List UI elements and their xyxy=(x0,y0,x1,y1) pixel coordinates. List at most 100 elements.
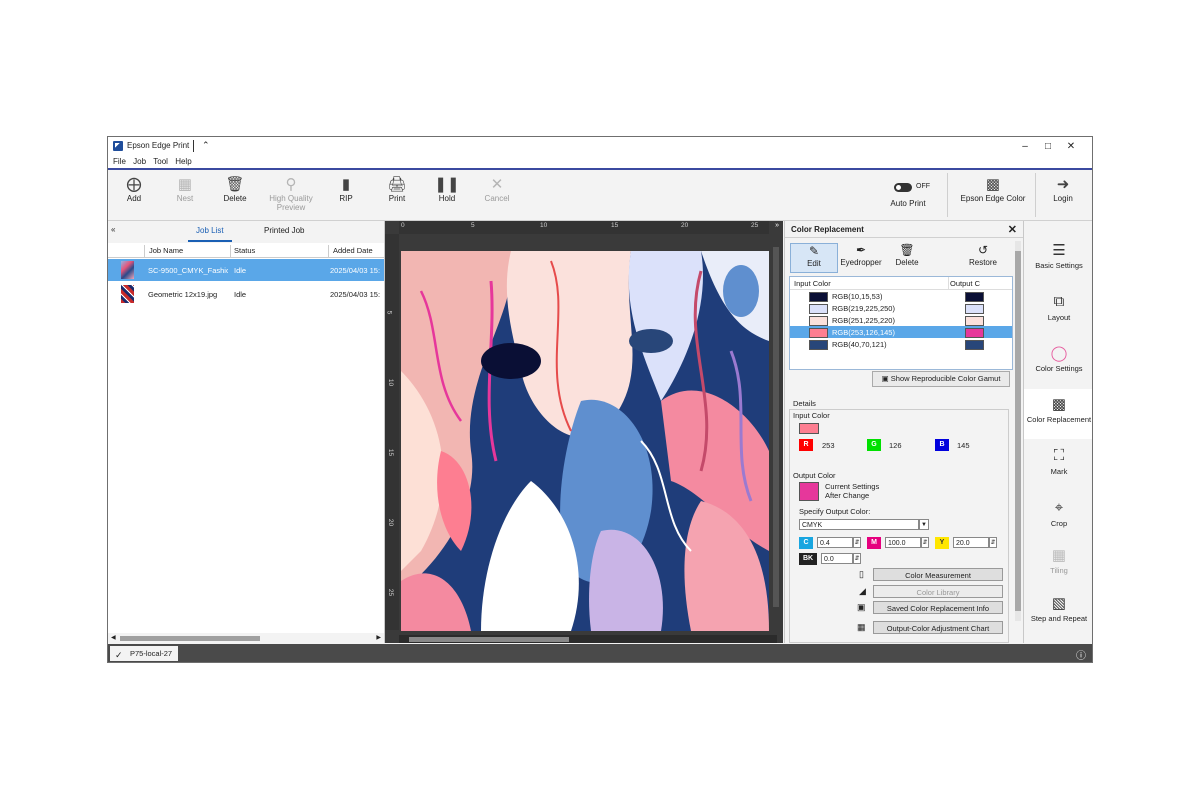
canvas-vertical-scrollbar[interactable] xyxy=(773,247,779,607)
y-stepper[interactable]: ⇵ xyxy=(989,537,997,548)
nest-button[interactable]: ▦ Nest xyxy=(157,176,213,203)
ruler-tick: 10 xyxy=(387,378,395,387)
canvas-scroll-thumb[interactable] xyxy=(409,637,569,642)
panel-scroll-thumb[interactable] xyxy=(1015,251,1021,611)
login-button[interactable]: ➜ Login xyxy=(1035,176,1091,203)
m-input[interactable]: 100.0 xyxy=(885,537,921,548)
collapse-right-icon[interactable]: » xyxy=(775,222,779,229)
print-label: Print xyxy=(388,194,406,203)
g-value: 126 xyxy=(889,441,902,450)
menu-file[interactable]: File xyxy=(113,156,126,168)
color-wheel-icon: ◯ xyxy=(1050,345,1068,362)
cancel-button[interactable]: ✕ Cancel xyxy=(469,176,525,203)
job-date: 2025/04/03 15: xyxy=(330,290,381,299)
delete-color-label: Delete xyxy=(895,258,919,267)
job-list-scrollbar[interactable]: ◀ ▶ xyxy=(108,633,384,643)
col-added-date[interactable]: Added Date xyxy=(333,246,373,255)
job-thumbnail xyxy=(121,261,134,279)
input-swatch xyxy=(809,340,828,350)
canvas-horizontal-scrollbar[interactable] xyxy=(399,635,777,643)
c-input[interactable]: 0.4 xyxy=(817,537,853,548)
tab-printed-job[interactable]: Printed Job xyxy=(264,226,304,235)
collapse-left-icon[interactable]: « xyxy=(111,225,115,234)
y-input[interactable]: 20.0 xyxy=(953,537,989,548)
sidebar-item-basic-settings[interactable]: ☰ Basic Settings xyxy=(1024,241,1092,270)
color-label: RGB(251,225,220) xyxy=(832,316,895,325)
tab-job-list[interactable]: Job List xyxy=(188,226,232,242)
scroll-left-icon[interactable]: ◀ xyxy=(111,634,116,641)
horizontal-ruler: 0 5 10 15 20 25 xyxy=(399,221,769,234)
color-row[interactable]: RGB(219,225,250) xyxy=(790,302,1012,314)
sidebar-label: Crop xyxy=(1050,519,1068,528)
info-icon[interactable]: ⓘ xyxy=(1076,647,1086,662)
collapse-ribbon-icon[interactable]: ⌃ xyxy=(202,140,210,151)
close-panel-icon[interactable]: ✕ xyxy=(1008,223,1017,236)
maximize-icon[interactable]: □ xyxy=(1036,139,1060,154)
preview-canvas[interactable]: 0 5 10 15 20 25 » 5 10 15 20 25 xyxy=(385,221,783,643)
menu-bar: File Job Tool Help xyxy=(108,156,1092,170)
sidebar-item-color-settings[interactable]: ◯ Color Settings xyxy=(1024,344,1092,373)
saved-color-replacement-button[interactable]: Saved Color Replacement Info xyxy=(873,601,1003,614)
delete-button[interactable]: 🗑 Delete xyxy=(207,176,263,203)
restore-button[interactable]: ↺ Restore xyxy=(960,243,1006,271)
printer-status[interactable]: ✓ P75-local-27 xyxy=(110,646,179,661)
minimize-icon[interactable]: – xyxy=(1013,139,1037,154)
high-quality-preview-button[interactable]: ⚲ High Quality Preview xyxy=(263,176,319,212)
output-color-chart-button[interactable]: Output-Color Adjustment Chart xyxy=(873,621,1003,634)
sidebar-item-tiling[interactable]: ▦ Tiling xyxy=(1024,546,1092,575)
close-window-icon[interactable]: ✕ xyxy=(1059,139,1083,154)
add-button[interactable]: ⨁ Add xyxy=(108,176,162,203)
color-label: RGB(40,70,121) xyxy=(832,340,887,349)
color-row[interactable]: RGB(40,70,121) xyxy=(790,338,1012,350)
color-library-button[interactable]: Color Library xyxy=(873,585,1003,598)
menu-tool[interactable]: Tool xyxy=(153,156,168,168)
check-circle-icon: ✓ xyxy=(115,650,123,660)
output-swatch xyxy=(965,316,984,326)
color-row-selected[interactable]: RGB(253,126,145) xyxy=(790,326,1012,338)
c-stepper[interactable]: ⇵ xyxy=(853,537,861,548)
scrollbar-thumb[interactable] xyxy=(120,636,260,641)
panel-scrollbar[interactable] xyxy=(1015,241,1021,621)
chevron-down-icon[interactable]: ▼ xyxy=(919,519,929,530)
hold-button[interactable]: ❚❚ Hold xyxy=(419,176,475,203)
app-window: Epson Edge Print ⌃ – □ ✕ File Job Tool H… xyxy=(107,136,1093,663)
table-row[interactable]: SC-9500_CMYK_Fashion Idle 2025/04/03 15: xyxy=(108,259,384,281)
menu-help[interactable]: Help xyxy=(175,156,191,168)
col-job-name[interactable]: Job Name xyxy=(149,246,183,255)
scroll-right-icon[interactable]: ▶ xyxy=(376,634,381,641)
print-button[interactable]: 🖨 Print xyxy=(369,176,425,203)
sidebar-item-mark[interactable]: ⛶ Mark xyxy=(1024,447,1092,476)
auto-print-toggle[interactable] xyxy=(894,183,912,192)
ruler-tick: 15 xyxy=(611,222,619,229)
abstract-artwork xyxy=(401,251,769,631)
m-stepper[interactable]: ⇵ xyxy=(921,537,929,548)
eyedropper-button[interactable]: ✒ Eyedropper xyxy=(838,243,884,271)
mark-icon: ⛶ xyxy=(1053,447,1065,464)
bk-input[interactable]: 0.0 xyxy=(821,553,853,564)
job-list-header: « Job List Printed Job xyxy=(108,221,384,243)
menu-job[interactable]: Job xyxy=(133,156,146,168)
sidebar-item-color-replacement[interactable]: ▩ Color Replacement xyxy=(1024,389,1092,439)
sidebar-item-crop[interactable]: ⌖ Crop xyxy=(1024,499,1092,528)
edit-tool-button[interactable]: ✎ Edit xyxy=(790,243,838,273)
epson-edge-color-button[interactable]: ▩ Epson Edge Color xyxy=(956,176,1030,203)
color-row[interactable]: RGB(251,225,220) xyxy=(790,314,1012,326)
rip-button[interactable]: ▮ RIP xyxy=(318,176,374,203)
bk-stepper[interactable]: ⇵ xyxy=(853,553,861,564)
show-color-gamut-button[interactable]: ▣ Show Reproducible Color Gamut xyxy=(872,371,1010,387)
color-measurement-button[interactable]: Color Measurement xyxy=(873,568,1003,581)
color-row[interactable]: RGB(10,15,53) xyxy=(790,290,1012,302)
rip-icon: ▮ xyxy=(341,176,351,193)
col-status[interactable]: Status xyxy=(234,246,255,255)
job-status: Idle xyxy=(234,266,247,275)
sidebar-label: Step and Repeat xyxy=(1030,614,1088,623)
restore-icon: ↺ xyxy=(977,243,989,257)
hold-label: Hold xyxy=(438,194,456,203)
table-row[interactable]: Geometric 12x19.jpg Idle 2025/04/03 15: xyxy=(108,283,384,305)
delete-color-button[interactable]: 🗑 Delete xyxy=(884,243,930,271)
sidebar-label: Basic Settings xyxy=(1035,261,1083,270)
sidebar-item-step-and-repeat[interactable]: ▧ Step and Repeat xyxy=(1024,594,1092,623)
rip-label: RIP xyxy=(339,194,353,203)
color-mode-select[interactable]: CMYK xyxy=(799,519,919,530)
sidebar-item-layout[interactable]: ⧉ Layout xyxy=(1024,293,1092,322)
